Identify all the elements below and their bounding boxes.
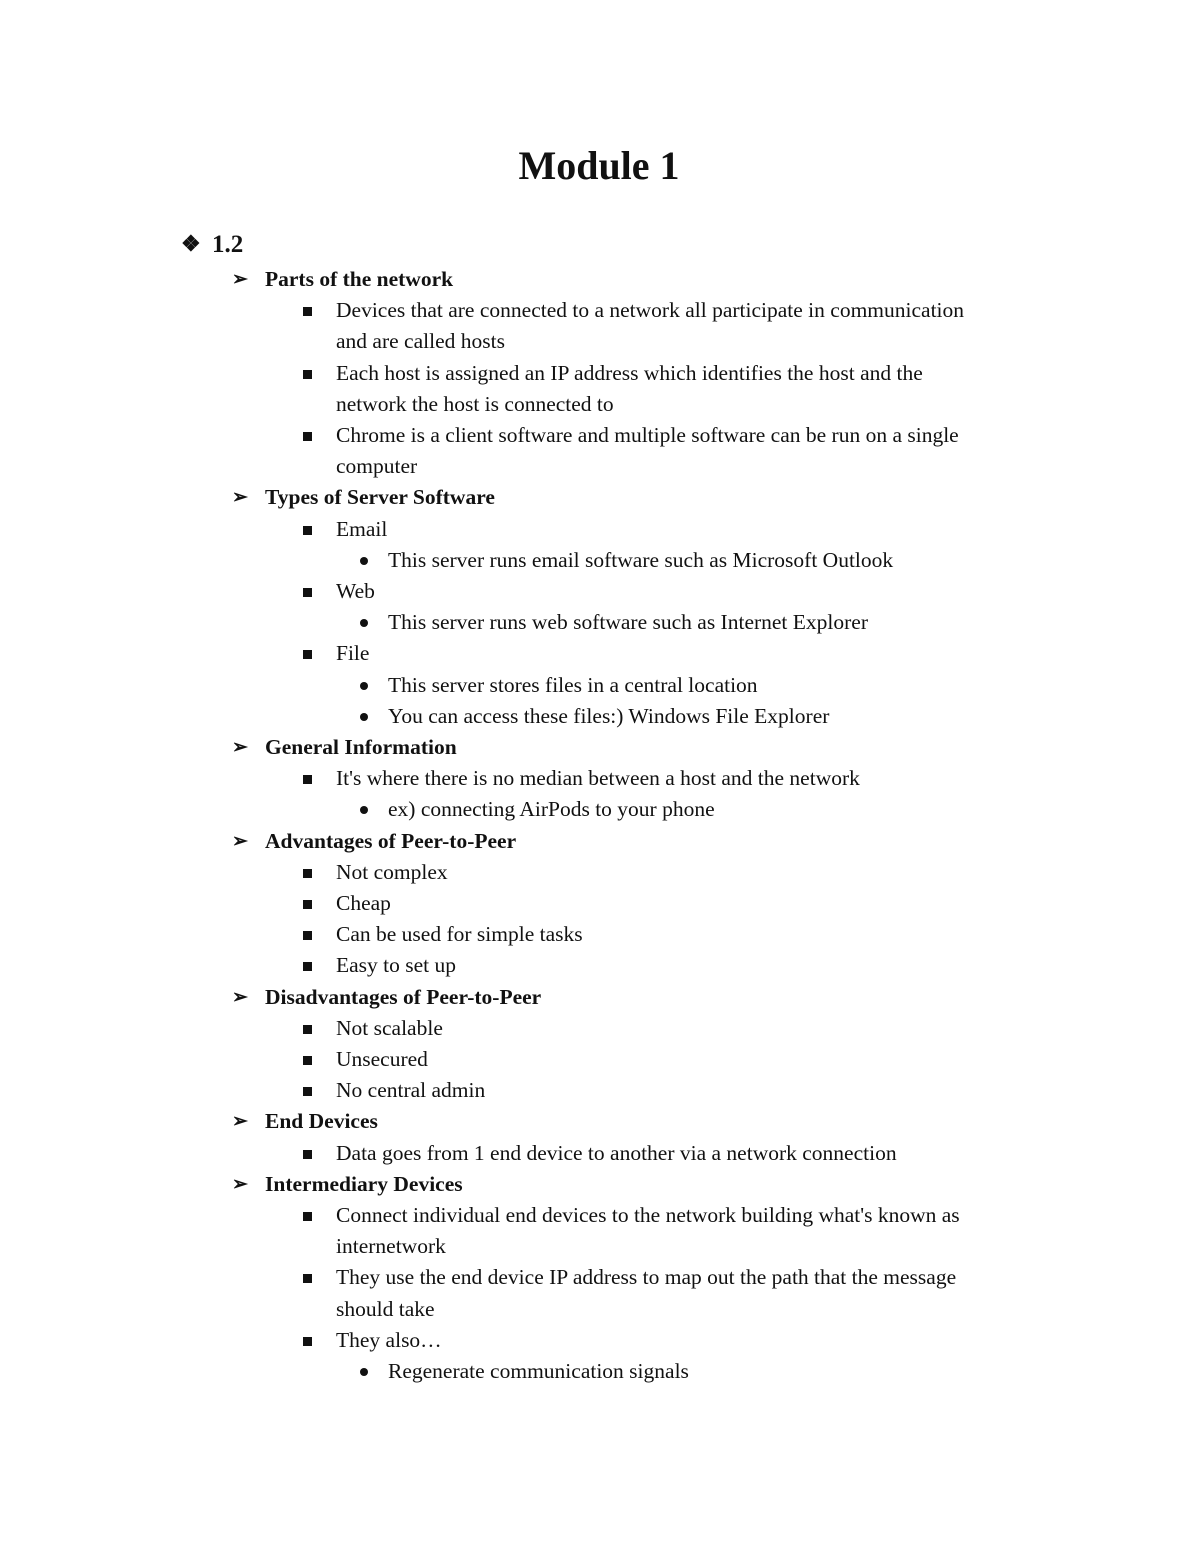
square-bullet-icon (303, 962, 312, 972)
list-item-text: network the host is connected to (336, 391, 614, 416)
list-item-text: Data goes from 1 end device to another v… (336, 1140, 897, 1165)
subsection-title: Parts of the network (265, 267, 454, 291)
list-item-text: Each host is assigned an IP address whic… (336, 360, 923, 385)
sub-list-item-text: ex) connecting AirPods to your phone (388, 797, 715, 822)
arrowhead-bullet-icon: ➢ (232, 737, 248, 758)
subsection-title: Intermediary Devices (265, 1171, 463, 1196)
list-item-text: They use the end device IP address to ma… (336, 1265, 957, 1290)
list-item-text: It's where there is no median between a … (336, 766, 860, 791)
subsection-title: Advantages of Peer-to-Peer (265, 828, 517, 853)
square-bullet-icon (303, 775, 312, 785)
section-label: 1.2 (212, 231, 244, 258)
round-bullet-icon (360, 1368, 368, 1376)
list-item-text: Web (336, 579, 375, 603)
round-bullet-icon (360, 806, 368, 815)
list-item-text: Connect individual end devices to the ne… (336, 1203, 960, 1227)
square-bullet-icon (303, 1274, 312, 1284)
list-item-text: Unsecured (336, 1047, 428, 1071)
square-bullet-icon (303, 432, 312, 441)
square-bullet-icon (303, 650, 312, 660)
list-item-text: and are called hosts (336, 329, 505, 354)
square-bullet-icon (303, 588, 312, 597)
list-item-text: Devices that are connected to a network … (336, 298, 965, 323)
square-bullet-icon (303, 1212, 312, 1221)
list-item-text: Cheap (336, 891, 391, 915)
sub-list-item-text: This server runs email software such as … (388, 547, 894, 572)
square-bullet-icon (303, 1336, 312, 1346)
list-item-text: Not complex (336, 859, 448, 884)
list-item-text: internetwork (336, 1234, 446, 1259)
arrowhead-bullet-icon: ➢ (232, 986, 248, 1008)
list-item-text: Can be used for simple tasks (336, 922, 583, 947)
square-bullet-icon (303, 1087, 312, 1097)
list-item-text: Not scalable (336, 1015, 443, 1040)
arrowhead-bullet-icon: ➢ (232, 830, 248, 852)
sub-list-item-text: You can access these files:) Windows Fil… (388, 703, 830, 728)
square-bullet-icon (303, 931, 312, 941)
list-item-text: Chrome is a client software and multiple… (336, 423, 959, 447)
square-bullet-icon (303, 1024, 312, 1034)
subsection-title: Types of Server Software (265, 485, 495, 510)
list-item-text: computer (336, 454, 418, 479)
document-title: Module 1 (518, 143, 680, 188)
subsection-title: End Devices (265, 1109, 378, 1134)
arrowhead-bullet-icon: ➢ (232, 487, 248, 509)
arrowhead-bullet-icon: ➢ (232, 269, 248, 290)
square-bullet-icon (303, 900, 312, 909)
square-bullet-icon (303, 1056, 312, 1065)
subsection-title: Disadvantages of Peer-to-Peer (265, 984, 542, 1009)
sub-list-item-text: Regenerate communication signals (388, 1359, 689, 1383)
square-bullet-icon (303, 307, 312, 317)
square-bullet-icon (303, 369, 312, 379)
arrowhead-bullet-icon: ➢ (232, 1173, 248, 1195)
list-item-text: File (336, 641, 370, 666)
sub-list-item-text: This server runs web software such as In… (388, 610, 869, 635)
square-bullet-icon (303, 525, 312, 535)
subsection-title: General Information (265, 735, 457, 759)
list-item-text: Email (336, 516, 388, 541)
arrowhead-bullet-icon: ➢ (232, 1111, 248, 1133)
round-bullet-icon (360, 681, 368, 690)
list-item-text: No central admin (336, 1078, 486, 1103)
sub-list-item-text: This server stores files in a central lo… (388, 672, 758, 697)
square-bullet-icon (303, 868, 312, 878)
round-bullet-icon (360, 712, 368, 721)
square-bullet-icon (303, 1149, 312, 1159)
list-item-text: Easy to set up (336, 953, 457, 978)
list-item-text: should take (336, 1296, 435, 1321)
diamond-bullet-icon: ❖ (181, 231, 201, 256)
round-bullet-icon (360, 556, 368, 565)
list-item-text: They also… (336, 1327, 442, 1352)
round-bullet-icon (360, 619, 368, 628)
